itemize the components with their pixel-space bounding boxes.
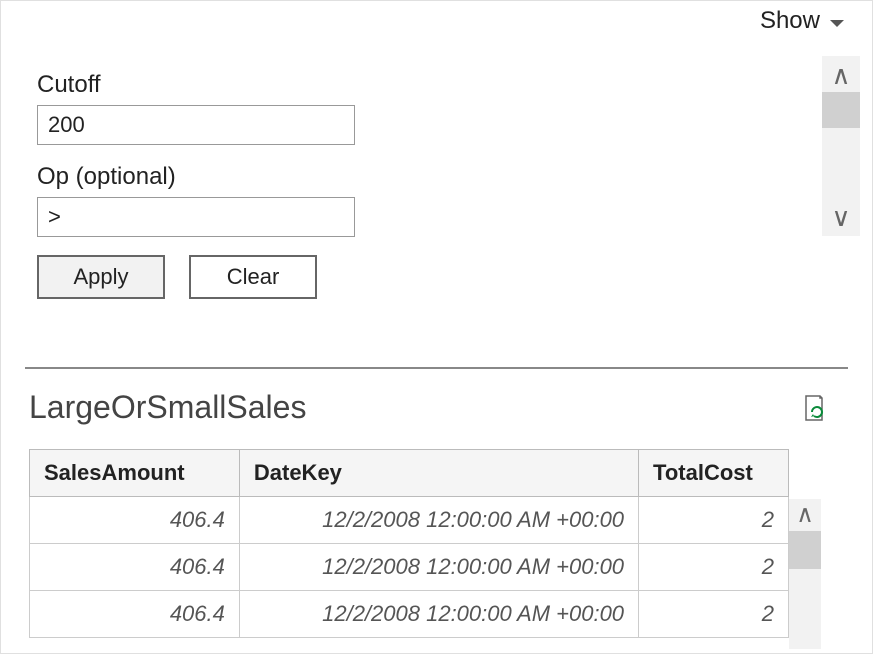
cell-totalcost: 2	[639, 497, 789, 544]
show-dropdown[interactable]: Show	[760, 7, 844, 35]
results-table: SalesAmount DateKey TotalCost 406.4 12/2…	[29, 449, 789, 638]
clear-button[interactable]: Clear	[189, 255, 317, 299]
scroll-thumb[interactable]	[789, 531, 821, 569]
table-scrollbar[interactable]: ∧	[789, 499, 821, 649]
cell-totalcost: 2	[639, 591, 789, 638]
parameters-form: Cutoff Op (optional) Apply Clear	[37, 71, 677, 299]
cutoff-input[interactable]	[37, 105, 355, 145]
col-salesamount[interactable]: SalesAmount	[30, 450, 240, 497]
refresh-icon[interactable]	[802, 394, 826, 422]
op-input[interactable]	[37, 197, 355, 237]
table-row[interactable]: 406.4 12/2/2008 12:00:00 AM +00:00 2	[30, 591, 789, 638]
cell-datekey: 12/2/2008 12:00:00 AM +00:00	[239, 591, 638, 638]
op-label: Op (optional)	[37, 163, 677, 191]
scroll-down-icon[interactable]: ∨	[831, 204, 850, 230]
cell-salesamount: 406.4	[30, 497, 240, 544]
cutoff-label: Cutoff	[37, 71, 677, 99]
button-row: Apply Clear	[37, 255, 677, 299]
table-row[interactable]: 406.4 12/2/2008 12:00:00 AM +00:00 2	[30, 544, 789, 591]
results-table-wrap: SalesAmount DateKey TotalCost 406.4 12/2…	[29, 449, 821, 649]
show-label: Show	[760, 7, 820, 35]
caret-down-icon	[830, 20, 844, 27]
cell-salesamount: 406.4	[30, 591, 240, 638]
cell-datekey: 12/2/2008 12:00:00 AM +00:00	[239, 497, 638, 544]
col-totalcost[interactable]: TotalCost	[639, 450, 789, 497]
result-header: LargeOrSmallSales	[29, 389, 826, 426]
scroll-thumb[interactable]	[822, 92, 860, 128]
scroll-up-icon[interactable]: ∧	[796, 503, 814, 527]
query-panel: Show ∧ ∨ Cutoff Op (optional) Apply Clea…	[0, 0, 873, 654]
cell-datekey: 12/2/2008 12:00:00 AM +00:00	[239, 544, 638, 591]
table-row[interactable]: 406.4 12/2/2008 12:00:00 AM +00:00 2	[30, 497, 789, 544]
table-header-row: SalesAmount DateKey TotalCost	[30, 450, 789, 497]
divider	[25, 367, 848, 369]
params-scrollbar[interactable]: ∧ ∨	[822, 56, 860, 236]
cell-salesamount: 406.4	[30, 544, 240, 591]
cell-totalcost: 2	[639, 544, 789, 591]
col-datekey[interactable]: DateKey	[239, 450, 638, 497]
scroll-up-icon[interactable]: ∧	[831, 62, 850, 88]
apply-button[interactable]: Apply	[37, 255, 165, 299]
result-title: LargeOrSmallSales	[29, 389, 306, 426]
